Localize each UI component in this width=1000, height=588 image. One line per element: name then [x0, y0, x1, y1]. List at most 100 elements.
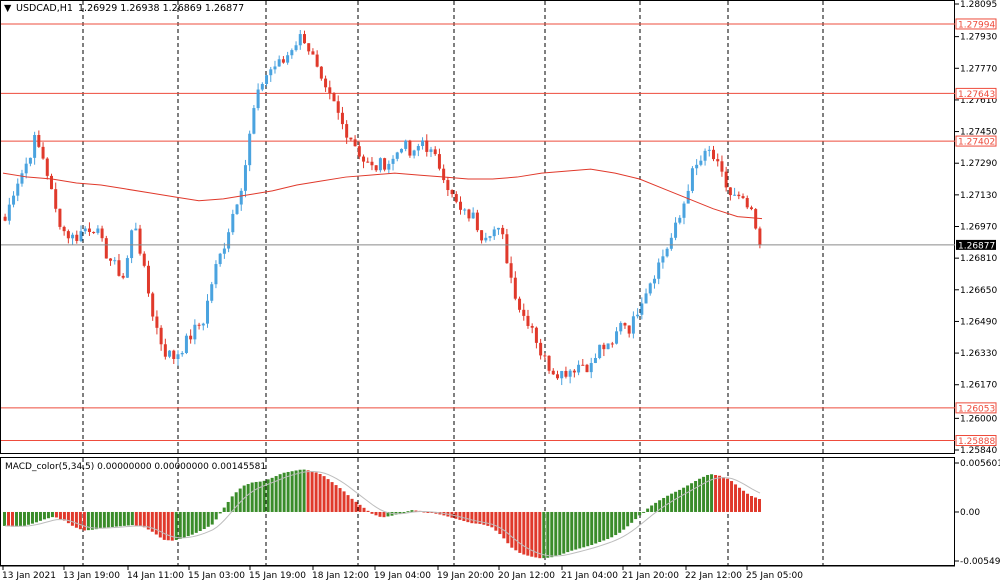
candle-body: [560, 370, 564, 379]
time-axis: 13 Jan 2021 13 Jan 19:00 14 Jan 11:00 15 Ja…: [2, 566, 803, 581]
macd-bar: [602, 511, 606, 541]
macd-bar: [202, 511, 206, 530]
candle-body: [652, 278, 656, 284]
macd-bar: [58, 511, 62, 519]
macd-bar: [718, 475, 722, 512]
macd-bar: [546, 511, 550, 558]
macd-bar: [94, 511, 98, 530]
macd-bar: [634, 511, 638, 520]
macd-bar: [562, 511, 566, 554]
candle-body: [286, 55, 290, 63]
macd-bar: [126, 511, 130, 526]
macd-bar: [698, 478, 702, 512]
macd-bar: [234, 492, 238, 512]
macd-bar: [118, 511, 122, 527]
candle-body: [100, 228, 104, 239]
macd-bar: [306, 470, 310, 512]
macd-bar: [382, 511, 386, 518]
level-tag-label: 1.27402: [958, 138, 995, 148]
candle-body: [391, 158, 395, 164]
candle-body: [104, 238, 108, 259]
macd-bar: [682, 487, 686, 512]
macd-bar: [622, 511, 626, 530]
candle-body: [724, 171, 728, 188]
candle-body: [737, 194, 741, 197]
macd-bar: [558, 511, 562, 555]
macd-bar: [154, 511, 158, 535]
candle-body: [661, 256, 665, 263]
macd-bar: [110, 511, 114, 527]
candle-body: [699, 160, 703, 165]
macd-bar: [162, 511, 166, 540]
candle-body: [437, 154, 441, 169]
macd-bar: [614, 511, 618, 536]
candle-body: [117, 260, 121, 276]
candle-body: [332, 93, 336, 102]
macd-bar: [194, 511, 198, 533]
menu-arrow-icon[interactable]: ▼: [4, 3, 12, 14]
candle-body: [16, 183, 20, 196]
macd-bar: [534, 511, 538, 558]
candle-body: [146, 265, 150, 294]
candle-body: [294, 45, 298, 51]
macd-bar: [302, 469, 306, 512]
macd-bar: [506, 511, 510, 544]
candle-body: [66, 231, 70, 239]
chart-canvas[interactable]: 1.280951.279301.277701.276101.274501.272…: [0, 0, 1000, 588]
time-tick-label: 18 Jan 12:00: [312, 571, 369, 581]
macd-bar: [42, 511, 46, 520]
macd-bar: [458, 511, 462, 520]
candle-body: [168, 350, 172, 357]
candle-body: [539, 342, 543, 356]
candle-body: [555, 374, 559, 379]
macd-bar: [78, 511, 82, 530]
candle-body: [248, 133, 252, 166]
candle-body: [83, 228, 87, 232]
macd-bar: [30, 511, 34, 524]
macd-bar: [366, 510, 370, 512]
candle-body: [501, 227, 505, 235]
candle-body: [636, 314, 640, 317]
macd-bar: [502, 511, 506, 539]
time-tick-label: 19 Jan 20:00: [437, 571, 494, 581]
candle-body: [298, 34, 302, 46]
macd-bar: [374, 511, 378, 516]
price-tick-label: 1.26330: [960, 349, 997, 359]
macd-bar: [254, 481, 258, 512]
candle-body: [256, 89, 260, 109]
macd-bar: [606, 511, 610, 540]
candle-body: [374, 165, 378, 171]
candle-body: [328, 87, 332, 94]
candle-body: [206, 300, 210, 324]
candle-body: [522, 309, 526, 316]
candle-body: [686, 190, 690, 204]
time-tick-label: 13 Jan 2021: [2, 571, 56, 581]
macd-bar: [750, 496, 754, 512]
macd-bar: [638, 511, 642, 516]
macd-bar: [90, 511, 94, 530]
candle-body: [619, 323, 623, 332]
candle-body: [41, 146, 45, 159]
candle-body: [593, 358, 597, 364]
macd-bar: [350, 498, 354, 512]
candle-body: [265, 75, 269, 84]
macd-bar: [114, 511, 118, 527]
macd-bar: [610, 511, 614, 538]
candle-body: [615, 331, 619, 344]
candle-body: [172, 350, 176, 359]
candle-body: [690, 168, 694, 191]
candle-body: [12, 195, 16, 205]
candle-body: [189, 335, 193, 340]
candle-body: [496, 227, 500, 230]
time-tick-label: 15 Jan 19:00: [249, 571, 306, 581]
macd-bar: [226, 501, 230, 512]
candle-body: [345, 124, 349, 138]
macd-bar: [522, 511, 526, 555]
candle-body: [433, 149, 437, 155]
candle-body: [513, 277, 517, 299]
candle-body: [703, 150, 707, 161]
candle-body: [201, 323, 205, 326]
macd-bar: [722, 477, 726, 512]
candle-body: [252, 108, 256, 134]
candle-body: [640, 303, 644, 315]
